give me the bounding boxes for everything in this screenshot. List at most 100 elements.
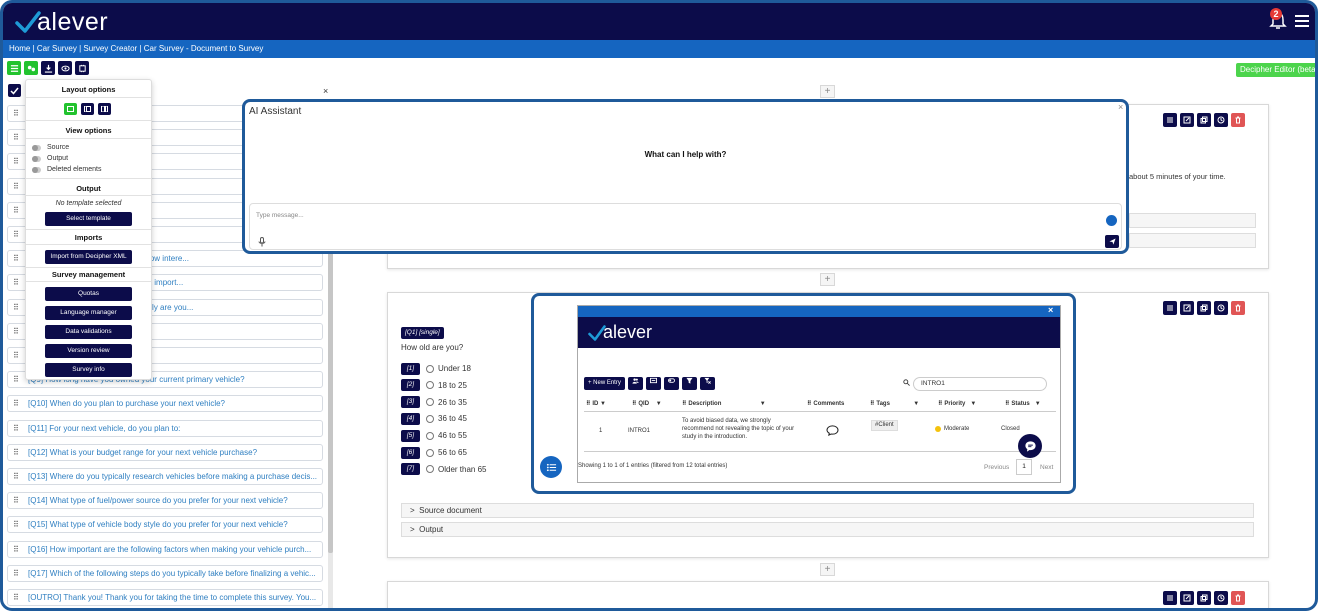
radio-icon[interactable] xyxy=(426,448,434,457)
list-button[interactable] xyxy=(1163,113,1177,127)
survey-info-button[interactable]: Survey info xyxy=(45,363,132,377)
clear-filter-button[interactable] xyxy=(699,377,715,390)
edit-button[interactable] xyxy=(1180,113,1194,127)
layout-single-button[interactable] xyxy=(64,103,77,115)
filter-button[interactable] xyxy=(681,377,697,390)
copy-button[interactable] xyxy=(1197,591,1211,605)
drag-handle-icon[interactable]: ⠿ xyxy=(13,445,19,460)
drag-handle-icon[interactable]: ⠿ xyxy=(13,154,19,169)
database-close-icon[interactable]: × xyxy=(1048,306,1053,315)
column-comments[interactable]: ⠿ Comments xyxy=(807,400,844,407)
source-document-toggle[interactable]: > Source document xyxy=(401,503,1254,518)
layout-two-column-button[interactable] xyxy=(81,103,94,115)
radio-icon[interactable] xyxy=(426,364,434,373)
version-review-button[interactable]: Version review xyxy=(45,344,132,358)
question-list-item[interactable]: ⠿ [Q10] When do you plan to purchase your… xyxy=(7,395,323,413)
language-manager-button[interactable]: Language manager xyxy=(45,306,132,320)
drag-handle-icon[interactable]: ⠿ xyxy=(13,251,19,266)
database-button[interactable] xyxy=(75,61,89,75)
answer-option[interactable]: [4] 36 to 45 xyxy=(401,412,467,425)
list-button[interactable] xyxy=(1163,301,1177,315)
radio-icon[interactable] xyxy=(426,414,434,423)
drag-handle-icon[interactable]: ⠿ xyxy=(13,179,19,194)
copy-button[interactable] xyxy=(1197,113,1211,127)
id-card-button[interactable] xyxy=(645,377,661,390)
ai-model-icon[interactable] xyxy=(1106,215,1117,226)
history-button[interactable] xyxy=(1214,591,1228,605)
column-id[interactable]: ⠿ ID ▼ xyxy=(586,400,606,407)
column-priority[interactable]: ⠿ Priority ▼ xyxy=(938,400,976,407)
copy-button[interactable] xyxy=(1197,301,1211,315)
answer-option[interactable]: [3] 26 to 35 xyxy=(401,396,467,409)
add-element-button[interactable]: + xyxy=(820,563,835,576)
question-list-item[interactable]: ⠿ [OUTRO] Thank you! Thank you for taking… xyxy=(7,589,323,606)
decipher-editor-button[interactable]: Decipher Editor (beta) xyxy=(1236,63,1315,77)
data-validations-button[interactable]: Data validations xyxy=(45,325,132,339)
drag-handle-icon[interactable]: ⠿ xyxy=(13,396,19,411)
app-logo[interactable]: alever xyxy=(15,8,108,36)
question-list-item[interactable]: ⠿ [Q14] What type of fuel/power source do… xyxy=(7,492,323,510)
add-element-button[interactable]: + xyxy=(820,273,835,286)
source-toggle[interactable]: Source xyxy=(32,144,69,151)
breadcrumb[interactable]: Home | Car Survey | Survey Creator | Car… xyxy=(3,40,1315,58)
add-element-button[interactable]: + xyxy=(820,85,835,98)
drag-handle-icon[interactable]: ⠿ xyxy=(13,372,19,387)
users-button[interactable] xyxy=(627,377,643,390)
delete-button[interactable] xyxy=(1231,301,1245,315)
drag-handle-icon[interactable]: ⠿ xyxy=(13,469,19,484)
previous-page-button[interactable]: Previous xyxy=(984,464,1009,471)
drag-handle-icon[interactable]: ⠿ xyxy=(13,517,19,532)
quotas-button[interactable]: Quotas xyxy=(45,287,132,301)
history-button[interactable] xyxy=(1214,113,1228,127)
drag-handle-icon[interactable]: ⠿ xyxy=(13,348,19,363)
question-list-item[interactable]: ⠿ [Q11] For your next vehicle, do you pla… xyxy=(7,419,323,437)
toggle-button[interactable] xyxy=(663,377,679,390)
question-list-item[interactable]: ⠿ [Q13] Where do you typically research v… xyxy=(7,468,323,485)
question-list-item[interactable]: ⠿ [Q17] Which of the following steps do y… xyxy=(7,564,323,582)
edit-button[interactable] xyxy=(1180,591,1194,605)
drag-handle-icon[interactable]: ⠿ xyxy=(13,421,19,436)
drag-handle-icon[interactable]: ⠿ xyxy=(13,275,19,290)
layout-three-column-button[interactable] xyxy=(98,103,111,115)
chat-button[interactable] xyxy=(1018,434,1042,458)
drag-handle-icon[interactable]: ⠿ xyxy=(13,130,19,145)
question-list-item[interactable]: ⠿ [Q15] What type of vehicle body style d… xyxy=(7,516,323,534)
answer-option[interactable]: [1] Under 18 xyxy=(401,362,471,375)
column-status[interactable]: ⠿ Status ▼ xyxy=(1005,400,1041,407)
comment-icon[interactable] xyxy=(826,425,839,438)
column-qid[interactable]: ⠿ QID ▼ xyxy=(632,400,662,407)
page-number-button[interactable]: 1 xyxy=(1016,459,1032,475)
drag-handle-icon[interactable]: ⠿ xyxy=(13,566,19,581)
drag-handle-icon[interactable]: ⠿ xyxy=(13,300,19,315)
import-decipher-button[interactable]: Import from Decipher XML xyxy=(45,250,132,264)
ai-close-icon[interactable]: × xyxy=(1118,102,1123,112)
history-button[interactable] xyxy=(1214,301,1228,315)
delete-button[interactable] xyxy=(1231,591,1245,605)
output-toggle[interactable]: Output xyxy=(32,155,68,162)
output-toggle[interactable] xyxy=(1129,233,1256,248)
drag-handle-icon[interactable]: ⠿ xyxy=(13,542,19,557)
list-menu-button[interactable] xyxy=(540,456,562,478)
select-all-checkbox[interactable] xyxy=(8,84,21,97)
drag-handle-icon[interactable]: ⠿ xyxy=(13,227,19,242)
deleted-elements-toggle[interactable]: Deleted elements xyxy=(32,166,101,173)
ai-message-input[interactable]: Type message... xyxy=(256,212,304,219)
list-button[interactable] xyxy=(1163,591,1177,605)
output-toggle[interactable]: > Output xyxy=(401,522,1254,537)
radio-icon[interactable] xyxy=(426,465,434,474)
layout-toggle-button[interactable] xyxy=(7,61,21,75)
drag-handle-icon[interactable]: ⠿ xyxy=(13,106,19,121)
question-list-item[interactable]: ⠿ [Q16] How important are the following f… xyxy=(7,540,323,558)
radio-icon[interactable] xyxy=(426,398,434,407)
hamburger-menu-icon[interactable] xyxy=(1295,15,1309,27)
send-button[interactable] xyxy=(1105,235,1119,248)
answer-option[interactable]: [6] 56 to 65 xyxy=(401,446,467,459)
edit-button[interactable] xyxy=(1180,301,1194,315)
ai-assistant-button[interactable] xyxy=(24,61,38,75)
ai-message-box[interactable]: Type message... xyxy=(249,203,1122,250)
question-list-item[interactable]: ⠿ [Q12] What is your budget range for you… xyxy=(7,443,323,461)
drag-handle-icon[interactable]: ⠿ xyxy=(13,203,19,218)
select-template-button[interactable]: Select template xyxy=(45,212,132,226)
radio-icon[interactable] xyxy=(426,381,434,390)
drag-handle-icon[interactable]: ⠿ xyxy=(13,324,19,339)
